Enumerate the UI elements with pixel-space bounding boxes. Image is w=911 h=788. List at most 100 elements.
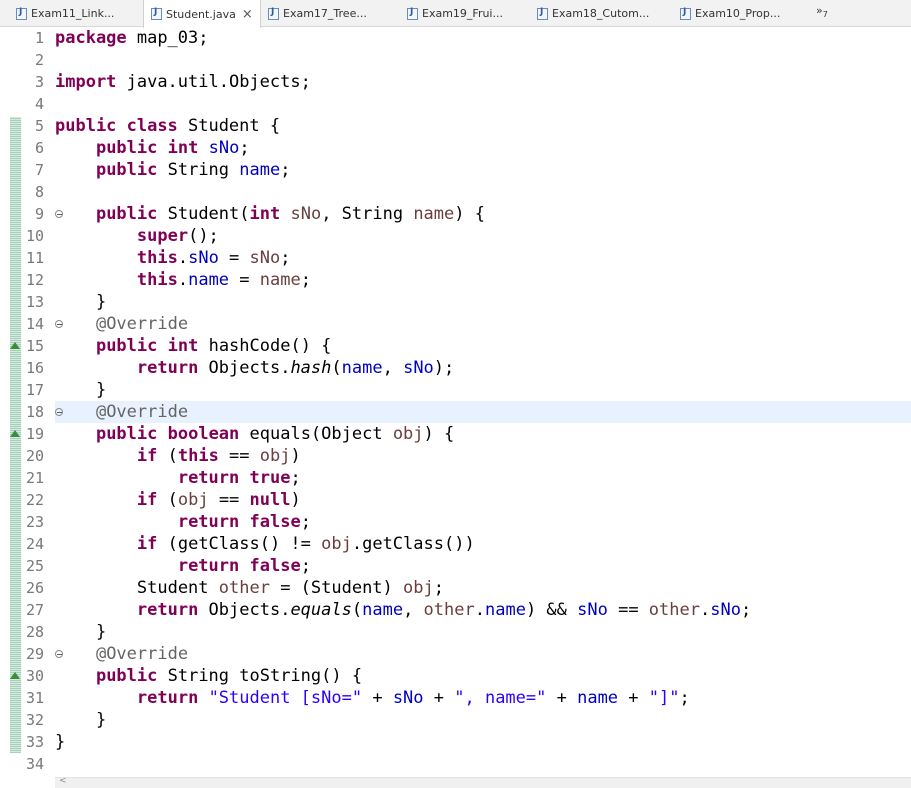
code-token: sNo [392,688,424,708]
code-token: @Override [95,644,189,664]
code-token: other [218,578,270,598]
line-number: 1 [34,29,44,47]
line-number: 4 [34,95,44,113]
code-line[interactable]: this.sNo = sNo; [55,247,751,269]
line-number: 11 [25,249,44,267]
code-line[interactable]: @Override [55,643,751,665]
code-line[interactable]: if (obj == null) [55,489,751,511]
code-line[interactable]: public int hashCode() { [55,335,751,357]
scroll-left-icon[interactable]: < [59,776,67,786]
override-triangle-icon[interactable] [10,672,20,679]
code-token: return [177,468,240,488]
tab-exam10[interactable]: Exam10_Prop... [680,0,780,27]
code-token: ; [740,600,752,620]
code-line[interactable] [55,181,751,203]
code-token: ) [290,446,301,466]
code-line[interactable]: if (this == obj) [55,445,751,467]
code-line[interactable]: this.name = name; [55,269,751,291]
tab-exam11[interactable]: Exam11_Link... [16,0,114,27]
code-line[interactable]: } [55,621,751,643]
tab-exam18[interactable]: Exam18_Cutom... [537,0,649,27]
tab-student-java[interactable]: Student.java × [143,0,261,28]
code-line[interactable]: return "Student [sNo=" + sNo + ", name="… [55,687,751,709]
tab-exam19[interactable]: Exam19_Frui... [407,0,503,27]
code-line[interactable]: public String name; [55,159,751,181]
code-token: + [546,688,578,708]
code-token: == [218,446,260,466]
code-line[interactable]: public Student(int sNo, String name) { [55,203,751,225]
code-token: map_03; [136,28,209,48]
tab-overflow-button[interactable]: »7 [816,4,828,19]
tab-label: Exam19_Frui... [422,7,503,20]
code-token: return [136,358,199,378]
java-file-icon [407,7,418,20]
code-token: == [607,600,649,620]
code-line[interactable] [55,753,751,775]
left-ruler [0,27,9,787]
override-triangle-icon[interactable] [10,342,20,349]
code-line[interactable]: return false; [55,555,751,577]
line-number: 22 [25,491,44,509]
code-line[interactable]: public class Student { [55,115,751,137]
code-line[interactable]: } [55,379,751,401]
code-token: false [249,556,301,576]
code-token: ) && [525,600,578,620]
code-line[interactable]: @Override [55,313,751,335]
code-token: ) { [454,204,485,224]
code-line[interactable]: return true; [55,467,751,489]
code-token: + [362,688,393,708]
code-token: ; [239,138,250,158]
java-file-icon [151,7,162,20]
code-line[interactable]: @Override [55,401,751,423]
code-line[interactable]: public int sNo; [55,137,751,159]
code-token: obj [392,424,424,444]
code-text[interactable]: package map_03; import java.util.Objects; pu… [55,27,751,775]
code-token: package [55,28,127,48]
line-number: 32 [25,711,44,729]
code-line[interactable]: public String toString() { [55,665,751,687]
code-line[interactable]: } [55,291,751,313]
code-token: if [136,446,158,466]
line-number: 25 [25,557,44,575]
code-line[interactable] [55,49,751,71]
code-token: (getClass() != [157,534,322,554]
code-line[interactable]: package map_03; [55,27,751,49]
code-line[interactable]: if (getClass() != obj.getClass()) [55,533,751,555]
code-line[interactable]: } [55,731,751,753]
code-token: ; [280,248,291,268]
code-line[interactable]: Student other = (Student) obj; [55,577,751,599]
close-icon[interactable]: × [242,7,253,22]
code-line[interactable]: return Objects.hash(name, sNo); [55,357,751,379]
line-number: 16 [25,359,44,377]
horizontal-scrollbar[interactable]: < [55,776,911,788]
code-token: ( [351,600,363,620]
code-editor[interactable]: 1 2 3 4 5 6 7 8 9 10 11 12 13 14 15 16 17 18 19 20 21 22 23 24 2… [0,27,911,788]
code-token: (); [188,226,219,246]
code-line[interactable]: import java.util.Objects; [55,71,751,93]
code-token: , String [321,204,414,224]
code-line[interactable]: super(); [55,225,751,247]
code-token: String toString() { [157,666,363,686]
tab-exam17[interactable]: Exam17_Tree... [268,0,367,27]
override-triangle-icon[interactable] [10,430,20,437]
code-line[interactable]: } [55,709,751,731]
code-token: return [136,688,199,708]
code-line[interactable]: return false; [55,511,751,533]
code-token: name [577,688,619,708]
code-line[interactable] [55,93,751,115]
line-number: 27 [25,601,44,619]
code-line[interactable]: public boolean equals(Object obj) { [55,423,751,445]
code-token: hash [290,358,332,378]
overflow-count: 7 [822,10,828,20]
code-token: Objects. [198,600,291,620]
code-line[interactable]: return Objects.equals(name, other.name) … [55,599,751,621]
code-token: class [126,116,178,136]
